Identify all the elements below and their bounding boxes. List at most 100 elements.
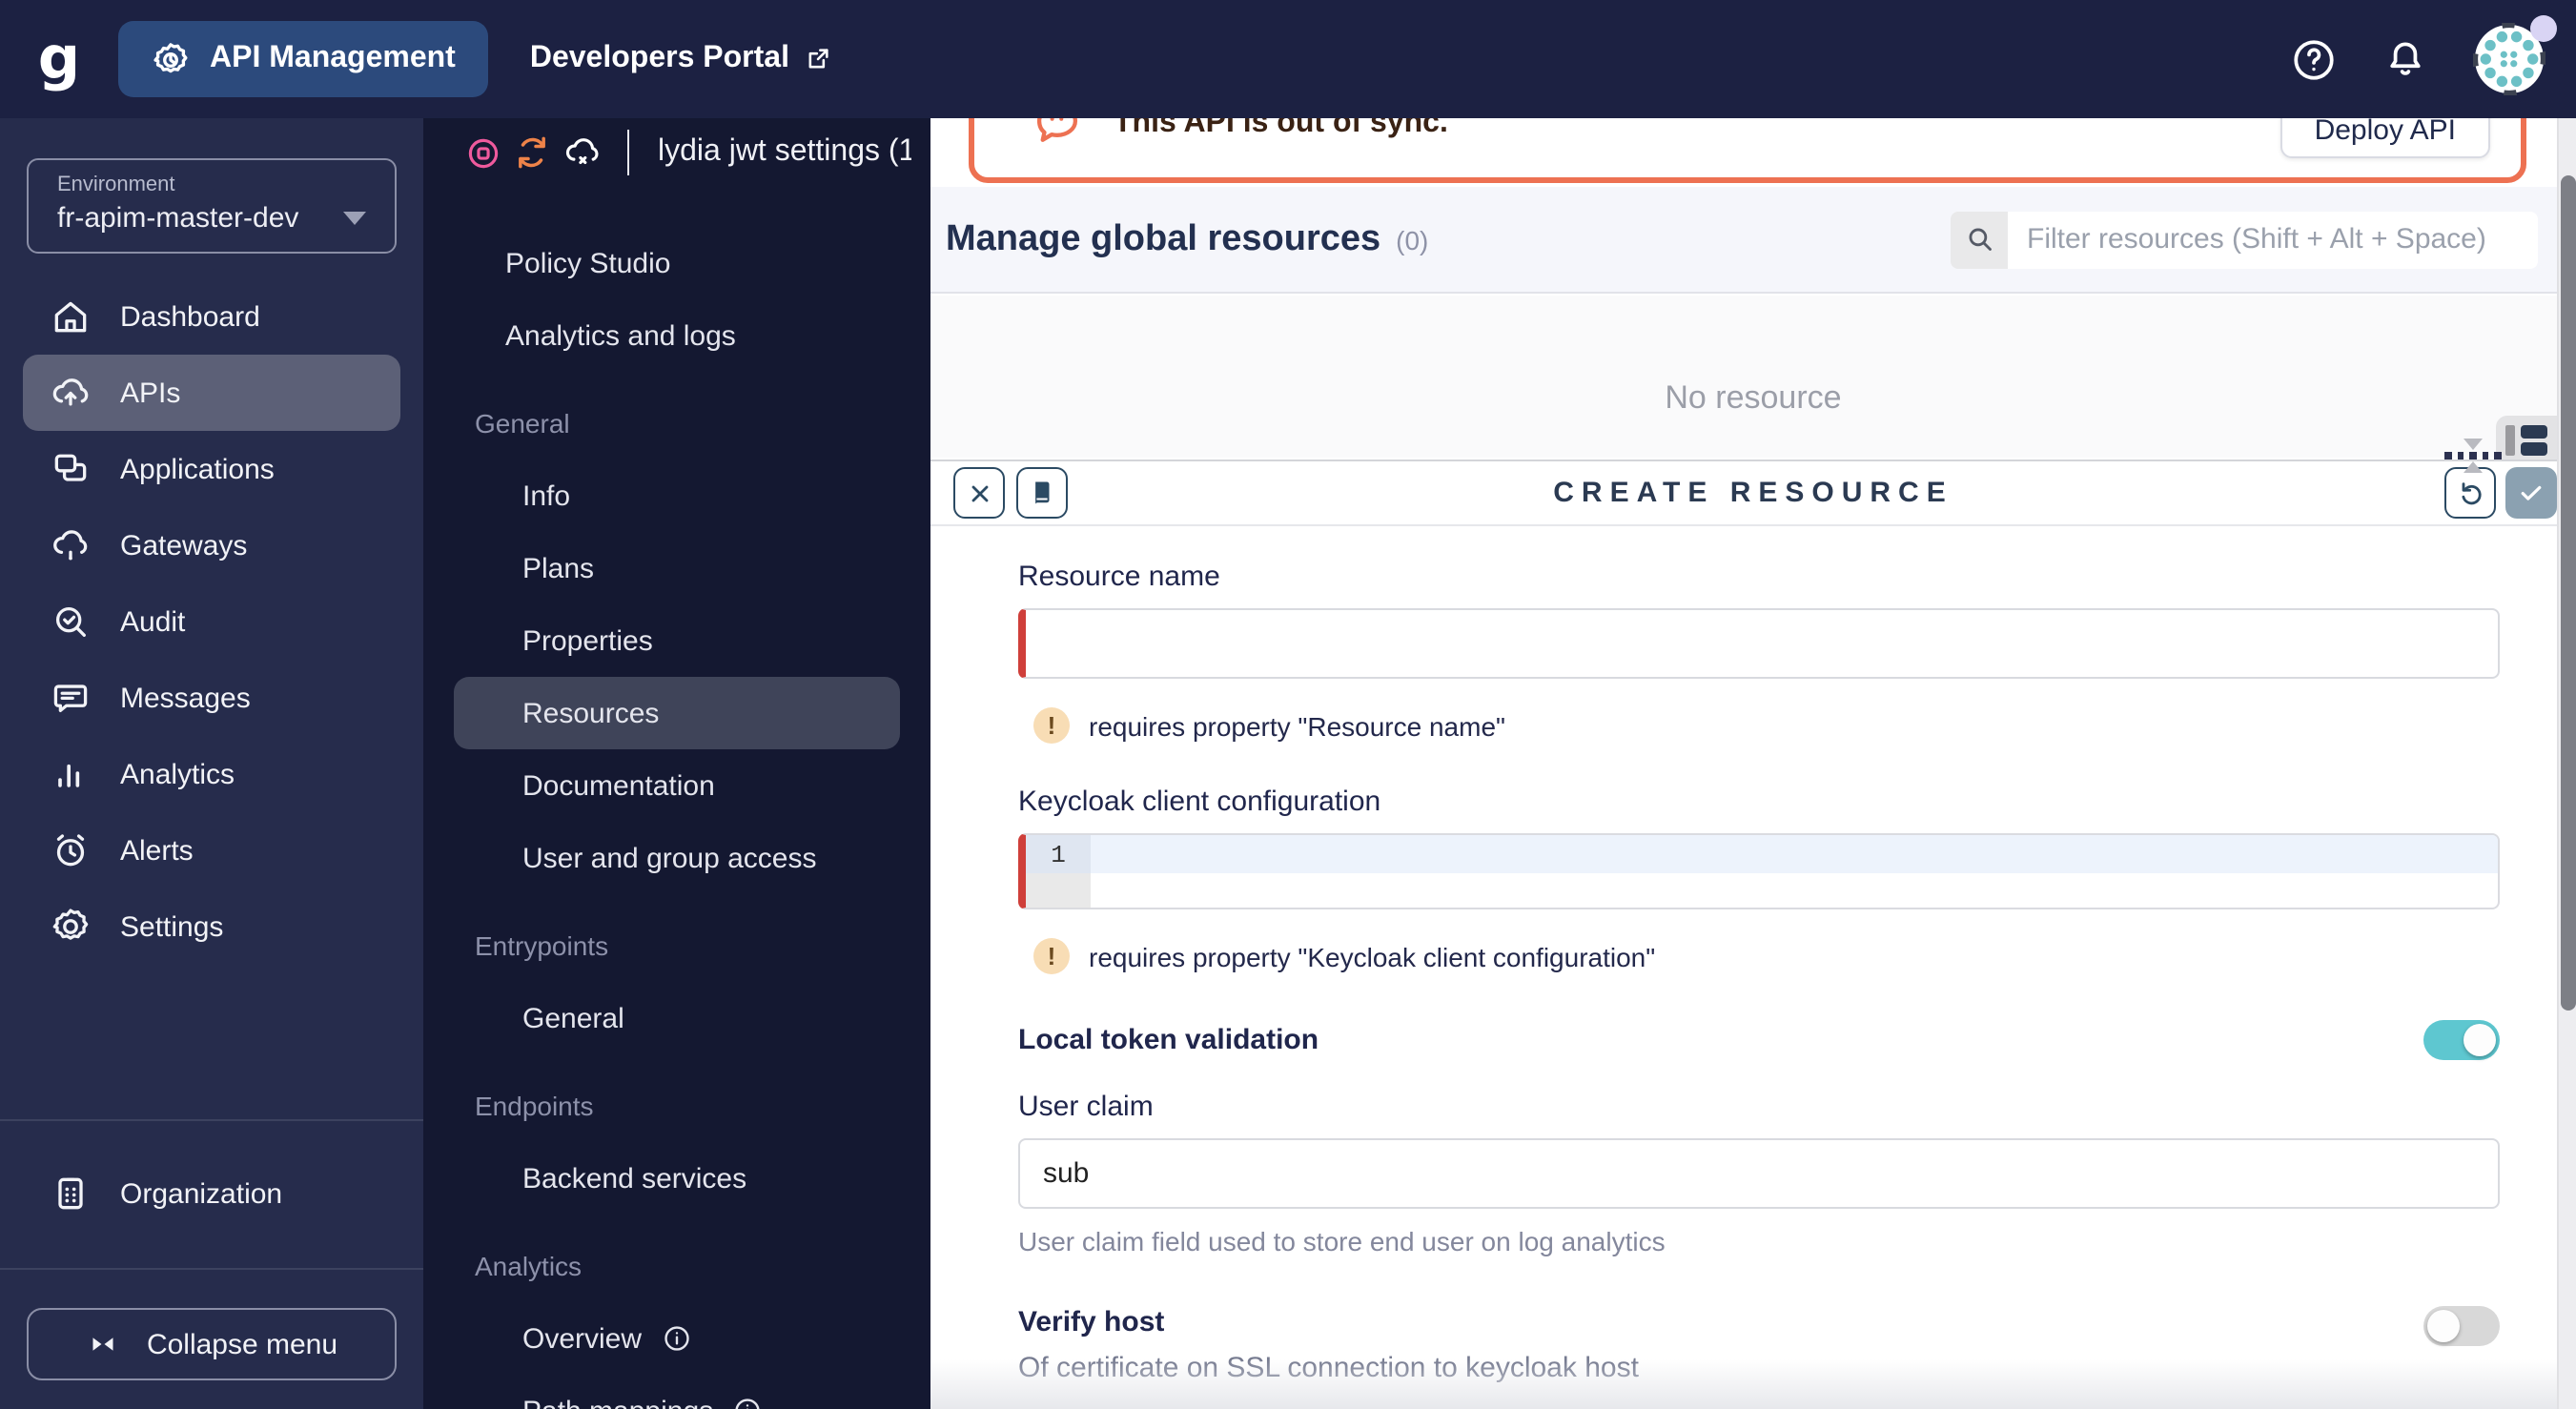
save-resource-button[interactable] bbox=[2505, 467, 2557, 519]
api-sidebar: lydia jwt settings (1... Policy Studio A… bbox=[423, 118, 930, 1409]
subnav-item-analytics-and-logs[interactable]: Analytics and logs bbox=[454, 299, 900, 372]
create-resource-form: Resource name ! requires property "Resou… bbox=[1018, 526, 2500, 1409]
sidebar-item-audit[interactable]: Audit bbox=[23, 583, 400, 660]
create-resource-header: CREATE RESOURCE bbox=[930, 459, 2576, 526]
documentation-button[interactable] bbox=[1016, 467, 1068, 519]
subnav-item-overview[interactable]: Overview bbox=[454, 1302, 900, 1375]
topbar-actions bbox=[2290, 15, 2557, 95]
gravitee-logo: g bbox=[37, 25, 81, 93]
info-icon bbox=[661, 1323, 691, 1354]
subnav-item-resources[interactable]: Resources bbox=[454, 677, 900, 749]
subnav-item-policy-studio[interactable]: Policy Studio bbox=[454, 227, 900, 299]
subnav-item-path-mappings[interactable]: Path mappings bbox=[454, 1375, 900, 1409]
resource-name-input[interactable] bbox=[1018, 608, 2500, 679]
audit-icon bbox=[50, 601, 92, 643]
gear-icon bbox=[151, 39, 191, 79]
empty-state-text: No resource bbox=[1665, 378, 1842, 415]
subnav-item-documentation[interactable]: Documentation bbox=[454, 749, 900, 822]
home-icon bbox=[50, 296, 92, 337]
record-icon bbox=[465, 134, 501, 171]
out-of-sync-banner: This API is out of sync. Deploy API bbox=[969, 118, 2526, 183]
subnav-section-endpoints: Endpoints bbox=[475, 1091, 594, 1121]
subnav-item-properties[interactable]: Properties bbox=[454, 604, 900, 677]
page-title: Manage global resources bbox=[946, 218, 1381, 258]
environment-selector[interactable]: Environment fr-apim-master-dev bbox=[27, 158, 397, 254]
info-icon bbox=[732, 1396, 763, 1409]
subnav-item-plans[interactable]: Plans bbox=[454, 532, 900, 604]
sidebar-item-apis[interactable]: APIs bbox=[23, 355, 400, 431]
chat-alert-icon bbox=[1032, 118, 1083, 151]
help-button[interactable] bbox=[2290, 35, 2338, 83]
reset-button[interactable] bbox=[2444, 467, 2496, 519]
organization-icon bbox=[50, 1173, 92, 1215]
main-content: This API is out of sync. Deploy API Mana… bbox=[930, 118, 2576, 1409]
subnav-section-analytics: Analytics bbox=[475, 1251, 583, 1281]
divider bbox=[627, 130, 629, 175]
sidebar-item-organization[interactable]: Organization bbox=[23, 1155, 400, 1232]
api-title: lydia jwt settings (1... bbox=[658, 135, 911, 168]
environment-label: Environment bbox=[57, 174, 175, 196]
top-bar: g API Management Developers Portal bbox=[0, 0, 2576, 118]
message-icon bbox=[50, 677, 92, 719]
keycloak-config-editor[interactable]: 1 bbox=[1018, 833, 2500, 909]
subnav-item-user-and-group-access[interactable]: User and group access bbox=[454, 822, 900, 894]
deploy-api-button[interactable]: Deploy API bbox=[2280, 118, 2490, 158]
collapse-icon bbox=[86, 1327, 120, 1361]
user-claim-input[interactable] bbox=[1018, 1138, 2500, 1209]
search-icon bbox=[1951, 211, 2008, 268]
environment-value: fr-apim-master-dev bbox=[57, 202, 299, 235]
app-window: g API Management Developers Portal Envir… bbox=[0, 0, 2576, 1409]
user-claim-label: User claim bbox=[1018, 1091, 1154, 1123]
api-management-button[interactable]: API Management bbox=[118, 21, 488, 97]
reset-icon bbox=[2455, 478, 2485, 508]
developers-portal-link[interactable]: Developers Portal bbox=[530, 42, 831, 76]
warning-icon: ! bbox=[1033, 938, 1070, 974]
resource-name-error: ! requires property "Resource name" bbox=[1018, 707, 2500, 744]
api-nav: Policy Studio Analytics and logs General… bbox=[423, 227, 930, 1409]
chevron-down-icon bbox=[343, 212, 366, 225]
verify-host-label: Verify host bbox=[1018, 1306, 1165, 1338]
close-button[interactable] bbox=[953, 467, 1005, 519]
bar-chart-icon bbox=[50, 753, 92, 795]
api-header: lydia jwt settings (1... bbox=[423, 118, 930, 179]
user-claim-help: User claim field used to store end user … bbox=[1018, 1226, 1666, 1256]
subnav-item-info[interactable]: Info bbox=[454, 459, 900, 532]
main-sidebar: Environment fr-apim-master-dev Dashboard… bbox=[0, 118, 423, 1409]
subnav-item-backend-services[interactable]: Backend services bbox=[454, 1142, 900, 1215]
sidebar-divider bbox=[0, 1119, 423, 1121]
collapse-menu-button[interactable]: Collapse menu bbox=[27, 1308, 397, 1380]
local-token-validation-label: Local token validation bbox=[1018, 1024, 1319, 1056]
sidebar-item-dashboard[interactable]: Dashboard bbox=[23, 278, 400, 355]
out-of-sync-message: This API is out of sync. bbox=[1114, 118, 1448, 139]
drawer-resize-handle[interactable] bbox=[2439, 439, 2507, 472]
page-scrollbar bbox=[2557, 118, 2576, 1409]
verify-host-toggle[interactable] bbox=[2423, 1306, 2500, 1346]
check-icon bbox=[2517, 479, 2545, 507]
editor-line-number: 1 bbox=[1026, 835, 1091, 873]
resources-empty-state: No resource bbox=[930, 296, 2576, 458]
avatar-status-badge bbox=[2530, 15, 2557, 42]
sidebar-item-alerts[interactable]: Alerts bbox=[23, 812, 400, 888]
sync-icon bbox=[513, 133, 551, 172]
user-avatar[interactable] bbox=[2473, 15, 2557, 95]
keycloak-config-error: ! requires property "Keycloak client con… bbox=[1018, 938, 2500, 974]
subnav-item-entrypoints-general[interactable]: General bbox=[454, 982, 900, 1054]
resources-count: (0) bbox=[1396, 224, 1429, 255]
sidebar-item-applications[interactable]: Applications bbox=[23, 431, 400, 507]
close-icon bbox=[966, 480, 992, 506]
external-link-icon bbox=[805, 46, 831, 72]
filter-resources-input[interactable] bbox=[2008, 211, 2538, 268]
book-icon bbox=[1028, 479, 1056, 507]
local-token-validation-toggle[interactable] bbox=[2423, 1020, 2500, 1060]
drawer-title: CREATE RESOURCE bbox=[1553, 477, 1953, 509]
verify-host-help: Of certificate on SSL connection to keyc… bbox=[1018, 1352, 1639, 1384]
sidebar-item-analytics[interactable]: Analytics bbox=[23, 736, 400, 812]
resource-name-label: Resource name bbox=[1018, 561, 1220, 593]
keycloak-config-label: Keycloak client configuration bbox=[1018, 786, 1381, 818]
notifications-button[interactable] bbox=[2382, 35, 2429, 83]
api-management-label: API Management bbox=[210, 42, 456, 74]
scrollbar-thumb[interactable] bbox=[2561, 175, 2576, 1011]
sidebar-item-messages[interactable]: Messages bbox=[23, 660, 400, 736]
sidebar-item-gateways[interactable]: Gateways bbox=[23, 507, 400, 583]
sidebar-item-settings[interactable]: Settings bbox=[23, 888, 400, 965]
